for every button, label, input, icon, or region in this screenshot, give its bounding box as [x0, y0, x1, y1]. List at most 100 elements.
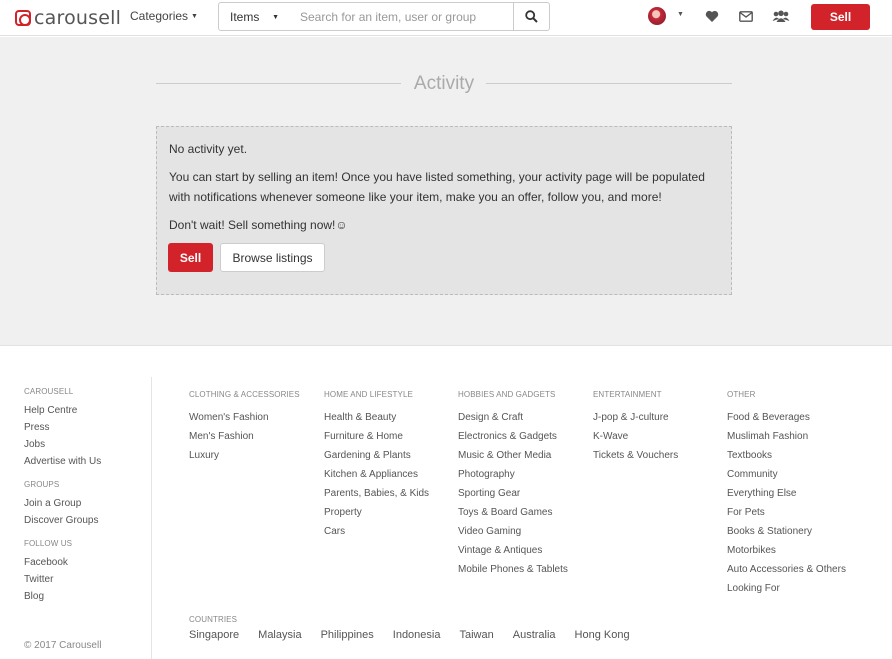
- footer-link[interactable]: Blog: [24, 588, 144, 605]
- copyright: © 2017 Carousell: [24, 640, 102, 651]
- footer-link[interactable]: Everything Else: [727, 485, 846, 504]
- footer-link[interactable]: Tickets & Vouchers: [593, 447, 678, 466]
- footer-category-column: ENTERTAINMENT J-pop & J-culture K-Wave T…: [593, 390, 678, 466]
- footer: CAROUSELL Help Centre Press Jobs Adverti…: [0, 347, 892, 659]
- heart-icon[interactable]: [704, 8, 720, 24]
- main-content: Activity No activity yet. You can start …: [0, 37, 892, 346]
- categories-dropdown[interactable]: Categories ▼: [130, 9, 198, 23]
- page-title: Activity: [413, 73, 475, 94]
- chevron-down-icon[interactable]: ▼: [677, 11, 684, 18]
- footer-link[interactable]: Sporting Gear: [458, 485, 568, 504]
- categories-label: Categories: [130, 9, 189, 23]
- footer-heading: CAROUSELL: [24, 387, 74, 396]
- country-link[interactable]: Hong Kong: [575, 629, 630, 641]
- carousell-logo-mark: [15, 10, 31, 26]
- footer-link[interactable]: Discover Groups: [24, 512, 144, 529]
- sell-button[interactable]: Sell: [811, 4, 870, 30]
- search-icon: [525, 10, 538, 23]
- footer-category-column: HOME AND LIFESTYLE Health & Beauty Furni…: [324, 390, 429, 542]
- footer-group-groups: GROUPS Join a Group Discover Groups: [24, 480, 144, 529]
- activity-description: You can start by selling an item! Once y…: [169, 170, 705, 204]
- country-link[interactable]: Singapore: [189, 629, 239, 641]
- footer-link[interactable]: Design & Craft: [458, 409, 568, 428]
- footer-link[interactable]: Video Gaming: [458, 523, 568, 542]
- footer-divider: [151, 377, 152, 659]
- footer-link[interactable]: Furniture & Home: [324, 428, 429, 447]
- footer-link[interactable]: Textbooks: [727, 447, 846, 466]
- groups-icon[interactable]: [772, 8, 790, 24]
- footer-link[interactable]: Motorbikes: [727, 542, 846, 561]
- footer-category-column: HOBBIES AND GADGETS Design & Craft Elect…: [458, 390, 568, 580]
- footer-link[interactable]: Gardening & Plants: [324, 447, 429, 466]
- search-scope-dropdown[interactable]: Items ▼: [218, 2, 290, 31]
- footer-link[interactable]: Press: [24, 419, 144, 436]
- footer-left-column: CAROUSELL Help Centre Press Jobs Adverti…: [24, 387, 144, 615]
- footer-link[interactable]: Electronics & Gadgets: [458, 428, 568, 447]
- footer-link[interactable]: Advertise with Us: [24, 453, 144, 470]
- footer-link[interactable]: Food & Beverages: [727, 409, 846, 428]
- footer-link[interactable]: Help Centre: [24, 402, 144, 419]
- footer-heading: GROUPS: [24, 480, 60, 489]
- footer-group-follow: FOLLOW US Facebook Twitter Blog: [24, 539, 144, 605]
- chevron-down-icon: ▼: [191, 13, 198, 21]
- sell-button[interactable]: Sell: [168, 243, 213, 272]
- footer-link[interactable]: Looking For: [727, 580, 846, 599]
- search-button[interactable]: [513, 2, 550, 31]
- footer-heading: HOME AND LIFESTYLE: [324, 390, 413, 399]
- activity-actions: Sell Browse listings: [168, 243, 325, 272]
- footer-link[interactable]: Toys & Board Games: [458, 504, 568, 523]
- footer-link[interactable]: Cars: [324, 523, 429, 542]
- footer-link[interactable]: Luxury: [189, 447, 300, 466]
- footer-link[interactable]: Property: [324, 504, 429, 523]
- footer-link[interactable]: K-Wave: [593, 428, 678, 447]
- top-navbar: carousell Categories▼ Items ▼ ▼ Sell: [0, 0, 892, 36]
- footer-link[interactable]: Photography: [458, 466, 568, 485]
- country-link[interactable]: Malaysia: [258, 629, 301, 641]
- carousell-logo[interactable]: carousell: [15, 7, 121, 29]
- footer-link[interactable]: Twitter: [24, 571, 144, 588]
- country-list: Singapore Malaysia Philippines Indonesia…: [189, 629, 649, 641]
- country-link[interactable]: Philippines: [321, 629, 374, 641]
- footer-link[interactable]: Books & Stationery: [727, 523, 846, 542]
- search-input[interactable]: [289, 2, 514, 31]
- footer-heading: FOLLOW US: [24, 539, 73, 548]
- footer-category-column: OTHER Food & Beverages Muslimah Fashion …: [727, 390, 846, 599]
- footer-link[interactable]: Women's Fashion: [189, 409, 300, 428]
- footer-link[interactable]: Music & Other Media: [458, 447, 568, 466]
- footer-countries: COUNTRIES Singapore Malaysia Philippines…: [189, 615, 649, 641]
- country-link[interactable]: Australia: [513, 629, 556, 641]
- footer-link[interactable]: Muslimah Fashion: [727, 428, 846, 447]
- footer-link[interactable]: Health & Beauty: [324, 409, 429, 428]
- footer-link[interactable]: For Pets: [727, 504, 846, 523]
- footer-link[interactable]: Jobs: [24, 436, 144, 453]
- country-link[interactable]: Indonesia: [393, 629, 441, 641]
- footer-link[interactable]: Mobile Phones & Tablets: [458, 561, 568, 580]
- footer-category-column: CLOTHING & ACCESSORIES Women's Fashion M…: [189, 390, 300, 466]
- footer-heading: OTHER: [727, 390, 756, 399]
- footer-link[interactable]: Join a Group: [24, 495, 144, 512]
- activity-empty-panel: No activity yet. You can start by sellin…: [156, 126, 732, 295]
- mail-icon[interactable]: [738, 8, 754, 24]
- logo-text: carousell: [34, 7, 122, 29]
- footer-group-carousell: CAROUSELL Help Centre Press Jobs Adverti…: [24, 387, 144, 470]
- footer-link[interactable]: Men's Fashion: [189, 428, 300, 447]
- footer-link[interactable]: J-pop & J-culture: [593, 409, 678, 428]
- avatar[interactable]: [648, 7, 666, 25]
- no-activity-text: No activity yet.: [169, 142, 248, 156]
- footer-heading: ENTERTAINMENT: [593, 390, 662, 399]
- activity-cta-text: Don't wait! Sell something now!☺: [169, 218, 348, 232]
- footer-heading: HOBBIES AND GADGETS: [458, 390, 556, 399]
- footer-heading: COUNTRIES: [189, 615, 238, 624]
- browse-listings-button[interactable]: Browse listings: [220, 243, 325, 272]
- footer-link[interactable]: Facebook: [24, 554, 144, 571]
- footer-link[interactable]: Auto Accessories & Others: [727, 561, 846, 580]
- footer-link[interactable]: Kitchen & Appliances: [324, 466, 429, 485]
- footer-link[interactable]: Vintage & Antiques: [458, 542, 568, 561]
- chevron-down-icon: ▼: [272, 14, 279, 21]
- search-scope-label: Items: [230, 10, 260, 24]
- footer-heading: CLOTHING & ACCESSORIES: [189, 390, 300, 399]
- footer-link[interactable]: Parents, Babies, & Kids: [324, 485, 429, 504]
- country-link[interactable]: Taiwan: [459, 629, 493, 641]
- footer-link[interactable]: Community: [727, 466, 846, 485]
- activity-heading: Activity: [156, 73, 732, 94]
